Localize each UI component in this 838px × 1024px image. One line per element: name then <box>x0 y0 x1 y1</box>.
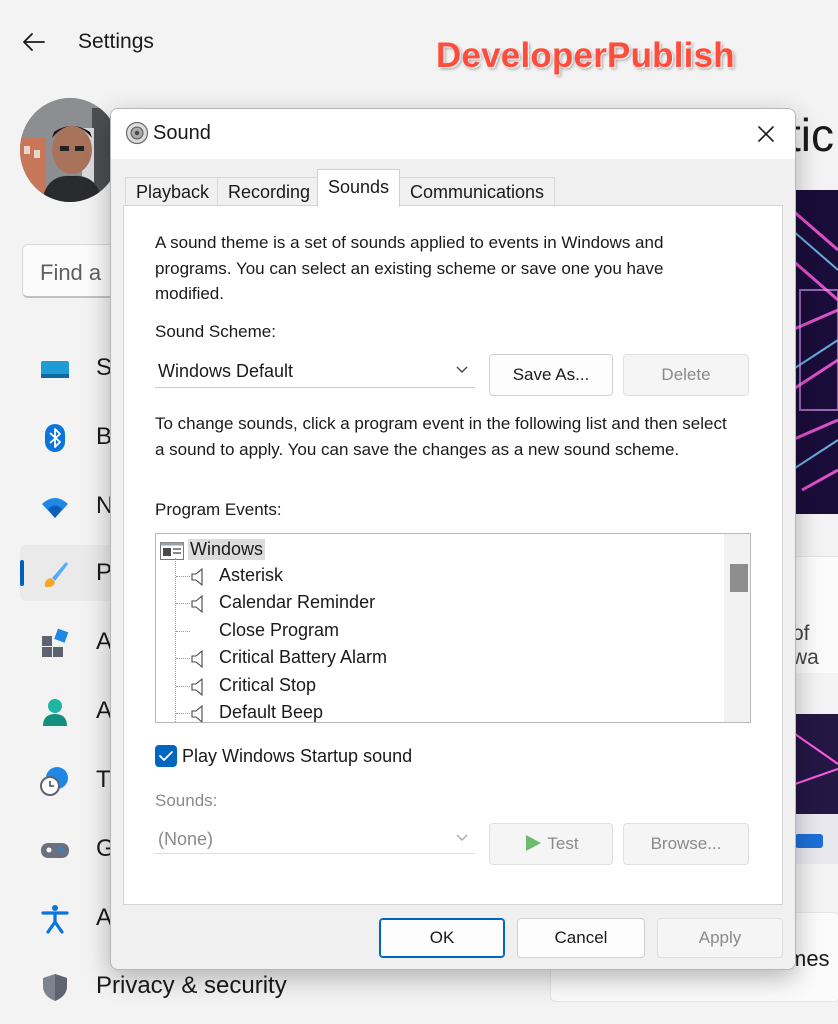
gaming-icon <box>41 843 69 858</box>
intro-text: A sound theme is a set of sounds applied… <box>155 233 664 303</box>
nav-item-label: Privacy & security <box>96 972 287 999</box>
play-icon <box>526 835 542 851</box>
dialog-title: Sound <box>153 122 211 144</box>
chevron-down-icon[interactable] <box>455 365 469 375</box>
shield-icon <box>43 974 67 1001</box>
nav-item-apps[interactable]: A <box>20 614 120 670</box>
windows-app-icon <box>160 542 184 560</box>
avatar[interactable] <box>20 98 120 202</box>
startup-sound-label[interactable]: Play Windows Startup sound <box>182 746 412 767</box>
sound-scheme-value: Windows Default <box>158 361 294 381</box>
speaker-icon <box>191 677 203 697</box>
dialog-titlebar[interactable] <box>111 109 795 159</box>
nav-item-gaming[interactable]: G <box>20 821 120 877</box>
network-icon <box>42 498 68 518</box>
find-setting-placeholder: Find a <box>40 260 102 285</box>
close-icon[interactable] <box>751 119 781 149</box>
nav-item-accounts[interactable]: A <box>20 683 120 739</box>
list-item-label: Default Beep <box>219 702 324 722</box>
speaker-icon <box>191 594 203 614</box>
list-item[interactable]: Windows <box>156 536 724 563</box>
cancel-button[interactable]: Cancel <box>517 918 645 958</box>
apply-button[interactable]: Apply <box>657 918 783 958</box>
list-item[interactable]: Default Beep <box>156 700 724 722</box>
tree-line <box>176 686 190 687</box>
list-item[interactable]: Calendar Reminder <box>156 590 724 617</box>
events-scrollbar[interactable] <box>724 534 750 722</box>
accounts-icon <box>43 699 67 726</box>
list-item-label: Critical Battery Alarm <box>219 647 388 667</box>
bluetooth-icon <box>45 424 65 452</box>
list-item-label: Windows <box>188 539 266 560</box>
list-item-label: Asterisk <box>219 565 284 585</box>
tab-playback[interactable]: Playback <box>125 177 221 205</box>
tree-line <box>176 658 190 659</box>
program-events-label: Program Events: <box>155 500 282 519</box>
delete-button[interactable]: Delete <box>623 354 749 396</box>
watermark: DeveloperPublish <box>436 36 735 75</box>
settings-title: Settings <box>78 30 154 53</box>
nav-item-system[interactable]: Sy <box>20 340 124 396</box>
test-button-label: Test <box>547 834 579 853</box>
back-arrow-icon[interactable] <box>20 28 48 56</box>
ok-button[interactable]: OK <box>379 918 505 958</box>
startup-sound-checkbox[interactable] <box>155 745 177 767</box>
tab-sounds[interactable]: Sounds <box>317 169 401 207</box>
nav-item-privacy-security[interactable]: Privacy & security <box>20 958 287 1014</box>
theme-thumbnail[interactable] <box>793 714 838 864</box>
sounds-value: (None) <box>158 829 214 849</box>
tree-line <box>176 631 190 632</box>
sound-scheme-label: Sound Scheme: <box>155 322 276 341</box>
list-item[interactable]: Asterisk <box>156 563 724 590</box>
chevron-down-icon[interactable] <box>455 833 469 843</box>
nav-item-label: T <box>96 766 111 793</box>
browse-button[interactable]: Browse... <box>623 823 749 865</box>
speaker-icon <box>191 649 203 669</box>
system-icon <box>41 361 69 378</box>
list-item[interactable]: Critical Battery Alarm <box>156 645 724 672</box>
test-button[interactable]: Test <box>489 823 613 865</box>
nav-item-time-language[interactable]: T <box>20 752 120 808</box>
program-events-list[interactable]: Windows Asterisk Calendar Reminder Close… <box>155 533 751 723</box>
sound-dialog: Sound Playback Recording Sounds Communic… <box>110 108 796 970</box>
checkmark-icon <box>159 751 173 761</box>
list-item-label: Calendar Reminder <box>219 592 376 612</box>
accessibility-icon <box>41 905 69 934</box>
time-language-icon <box>40 767 68 796</box>
personalization-brush-icon <box>44 562 68 588</box>
speaker-icon <box>191 704 203 722</box>
apps-icon <box>42 628 69 657</box>
nav-item-accessibility[interactable]: A <box>20 890 120 946</box>
tree-line <box>176 603 190 604</box>
nav-item-bluetooth[interactable]: B <box>20 409 120 465</box>
speaker-icon <box>191 567 203 587</box>
save-as-button[interactable]: Save As... <box>489 354 613 396</box>
list-item-label: Close Program <box>219 620 340 640</box>
tab-communications[interactable]: Communications <box>399 177 556 205</box>
nav-selected-indicator <box>20 560 24 586</box>
scrollbar-thumb[interactable] <box>730 564 748 592</box>
list-item[interactable]: Close Program <box>156 618 724 645</box>
nav-item-network[interactable]: N <box>20 478 120 534</box>
tab-recording[interactable]: Recording <box>217 177 322 205</box>
theme-preview-image <box>792 190 838 514</box>
settings-card-text: of wa <box>792 622 819 669</box>
nav-item-personalization[interactable]: P <box>20 545 120 601</box>
list-item-label: Critical Stop <box>219 675 317 695</box>
sounds-label: Sounds: <box>155 791 218 810</box>
list-item[interactable]: Critical Stop <box>156 673 724 700</box>
speaker-icon <box>125 121 149 145</box>
tree-line <box>176 713 190 714</box>
change-sounds-text: To change sounds, click a program event … <box>155 414 727 459</box>
tree-line <box>176 576 190 577</box>
